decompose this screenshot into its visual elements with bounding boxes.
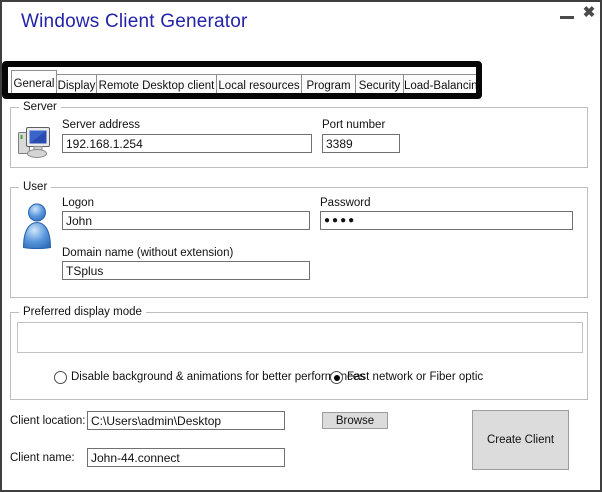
tab-remote-desktop-client[interactable]: Remote Desktop client (97, 74, 217, 97)
user-groupbox: User (10, 187, 588, 298)
client-name-label: Client name: (10, 452, 75, 464)
user-group-legend: User (19, 181, 51, 193)
create-client-button-label: Create Client (487, 434, 554, 446)
logon-label: Logon (62, 197, 94, 209)
logon-input[interactable] (62, 211, 310, 230)
window-title: Windows Client Generator (21, 11, 248, 33)
client-location-label: Client location: (10, 415, 85, 427)
port-number-label: Port number (322, 119, 385, 131)
domain-name-input[interactable] (62, 261, 310, 280)
tab-display[interactable]: Display (57, 74, 97, 97)
domain-name-label: Domain name (without extension) (62, 247, 233, 259)
client-name-input[interactable] (87, 448, 285, 467)
computer-icon (17, 126, 51, 160)
tab-local-resources[interactable]: Local resources (217, 74, 302, 97)
close-button[interactable]: ✖ (579, 3, 599, 23)
tab-program[interactable]: Program (302, 74, 356, 97)
server-group-legend: Server (19, 101, 61, 113)
port-number-input[interactable] (322, 134, 400, 153)
password-label: Password (320, 197, 371, 209)
tab-load-balancing[interactable]: Load-Balancing (404, 74, 480, 97)
close-icon: ✖ (583, 4, 596, 21)
server-address-input[interactable] (62, 134, 312, 153)
radio-fast-network-label: Fast network or Fiber optic (347, 371, 483, 383)
radio-fast-network[interactable] (330, 371, 343, 384)
server-address-label: Server address (62, 119, 140, 131)
client-generator-window: Windows Client Generator ✖ General Displ… (0, 0, 602, 492)
tab-security[interactable]: Security (356, 74, 404, 97)
display-mode-legend: Preferred display mode (19, 306, 146, 318)
user-icon (20, 203, 54, 249)
tab-general[interactable]: General (11, 70, 57, 98)
client-location-input[interactable] (87, 411, 285, 430)
minimize-icon (560, 16, 574, 19)
password-input[interactable] (320, 211, 573, 230)
radio-disable-background-label: Disable background & animations for bett… (71, 371, 365, 383)
display-mode-inner-panel (17, 322, 583, 353)
browse-button-label: Browse (336, 415, 374, 427)
minimize-button[interactable] (558, 8, 576, 22)
browse-button[interactable]: Browse (322, 412, 388, 429)
radio-disable-background[interactable] (54, 371, 67, 384)
create-client-button[interactable]: Create Client (472, 410, 569, 470)
